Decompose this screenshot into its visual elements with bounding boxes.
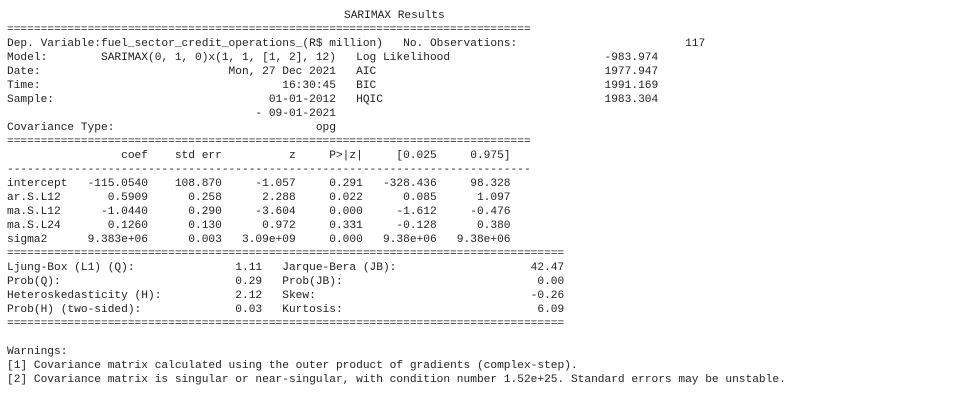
diagnostic-row-3: Heteroskedasticity (H): 2.12 Skew: -0.26 bbox=[7, 290, 565, 302]
coef-mid-rule: ----------------------------------------… bbox=[7, 164, 531, 176]
sample-row: Sample: 01-01-2012 HQIC 1983.304 bbox=[7, 94, 659, 106]
coef-row-sigma2: sigma2 9.383e+06 0.003 3.09e+09 0.000 9.… bbox=[7, 234, 511, 246]
cov-type-row: Covariance Type: opg bbox=[7, 122, 336, 134]
diagnostics-table: Ljung-Box (L1) (Q): 1.11 Jarque-Bera (JB… bbox=[7, 261, 786, 317]
coef-row-intercept: intercept -115.0540 108.870 -1.057 0.291… bbox=[7, 178, 511, 190]
time-row: Time: 16:30:45 BIC 1991.169 bbox=[7, 80, 659, 92]
summary-block: Dep. Variable:fuel_sector_credit_operati… bbox=[7, 37, 786, 135]
top-rule: ========================================… bbox=[7, 24, 531, 36]
coef-table: coef std err z P>|z| [0.025 0.975] ------… bbox=[7, 149, 786, 247]
sample-end-row: - 09-01-2021 bbox=[7, 108, 336, 120]
sarimax-results-report: SARIMAX Results ========================… bbox=[7, 9, 786, 387]
report-title: SARIMAX Results bbox=[344, 10, 445, 22]
coef-row-ar-s-l12: ar.S.L12 0.5909 0.258 2.288 0.022 0.085 … bbox=[7, 192, 511, 204]
warning-2: [2] Covariance matrix is singular or nea… bbox=[7, 374, 786, 386]
diagnostic-row-1: Ljung-Box (L1) (Q): 1.11 Jarque-Bera (JB… bbox=[7, 262, 565, 274]
diagnostic-row-4: Prob(H) (two-sided): 0.03 Kurtosis: 6.09 bbox=[7, 304, 565, 316]
model-row: Model: SARIMAX(0, 1, 0)x(1, 1, [1, 2], 1… bbox=[7, 52, 659, 64]
warnings-heading: Warnings: bbox=[7, 346, 68, 358]
dep-variable-row: Dep. Variable:fuel_sector_credit_operati… bbox=[7, 38, 706, 50]
diag-bottom-rule: ========================================… bbox=[7, 318, 565, 330]
coef-top-rule: ========================================… bbox=[7, 136, 531, 148]
diag-top-rule: ========================================… bbox=[7, 248, 565, 260]
coef-row-ma-s-l12: ma.S.L12 -1.0440 0.290 -3.604 0.000 -1.6… bbox=[7, 206, 511, 218]
diagnostic-row-2: Prob(Q): 0.29 Prob(JB): 0.00 bbox=[7, 276, 565, 288]
coef-row-ma-s-l24: ma.S.L24 0.1260 0.130 0.972 0.331 -0.128… bbox=[7, 220, 511, 232]
date-row: Date: Mon, 27 Dec 2021 AIC 1977.947 bbox=[7, 66, 659, 78]
warning-1: [1] Covariance matrix calculated using t… bbox=[7, 360, 578, 372]
coef-header-row: coef std err z P>|z| [0.025 0.975] bbox=[7, 150, 511, 162]
